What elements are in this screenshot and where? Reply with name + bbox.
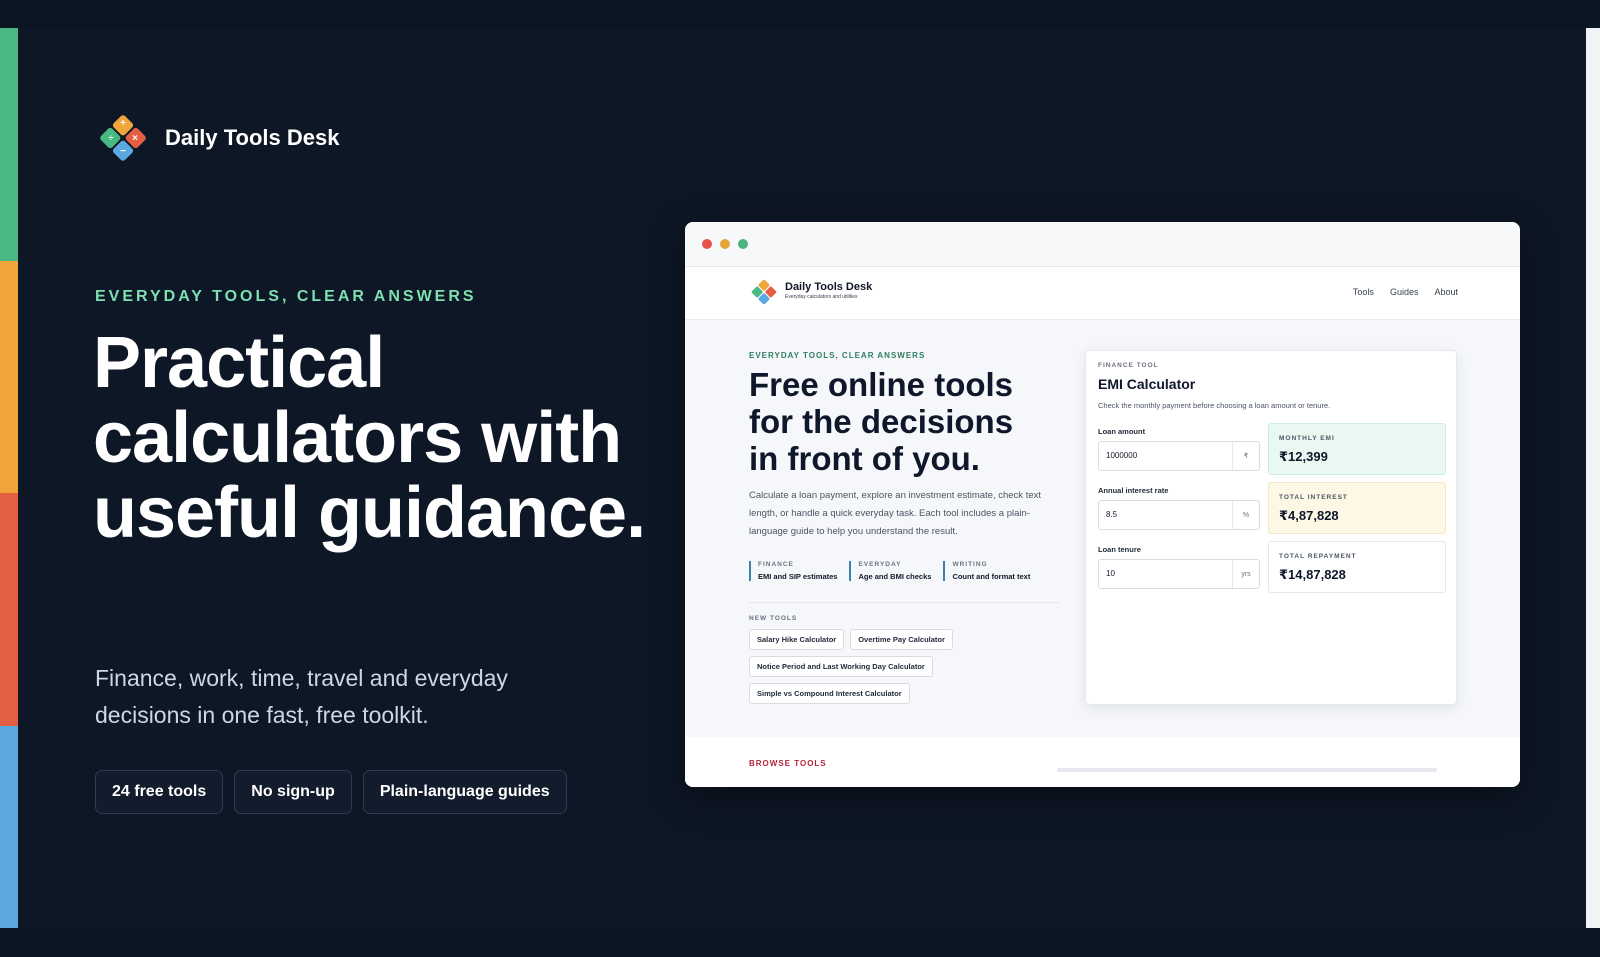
feature-pills: 24 free tools No sign-up Plain-language … (95, 770, 567, 814)
calculator-title: EMI Calculator (1098, 376, 1196, 392)
preview-nav-links: Tools Guides About (1353, 287, 1458, 297)
pill-free-tools: 24 free tools (95, 770, 224, 814)
category-finance[interactable]: FINANCE EMI and SIP estimates (749, 561, 837, 581)
right-edge-panel (1586, 28, 1600, 928)
loan-tenure-label: Loan tenure (1098, 545, 1141, 554)
browse-tools-label: BROWSE TOOLS (749, 759, 827, 768)
nav-link-guides[interactable]: Guides (1390, 287, 1419, 297)
years-unit: yrs (1232, 560, 1259, 588)
result-label: TOTAL INTEREST (1279, 494, 1348, 501)
result-value: ₹4,87,828 (1279, 508, 1339, 523)
rupee-unit: ₹ (1232, 442, 1259, 470)
preview-brand[interactable]: Daily Tools Desk Everyday calculators an… (749, 277, 872, 307)
emi-calculator-card: FINANCE TOOL EMI Calculator Check the mo… (1085, 350, 1457, 705)
brand-name: Daily Tools Desk (165, 125, 340, 150)
calculator-tiles-icon (751, 279, 777, 305)
hero-title: Practical calculators with useful guidan… (93, 323, 646, 553)
tool-chip-salary-hike[interactable]: Salary Hike Calculator (749, 629, 845, 650)
interest-rate-input[interactable]: 8.5 % (1098, 500, 1260, 530)
percent-unit: % (1232, 501, 1259, 529)
result-label: MONTHLY EMI (1279, 435, 1335, 442)
result-value: ₹12,399 (1279, 449, 1328, 464)
tool-chip-overtime-pay[interactable]: Overtime Pay Calculator (850, 629, 953, 650)
nav-link-tools[interactable]: Tools (1353, 287, 1374, 297)
calculator-tiles-icon: + × ÷ − (100, 115, 146, 161)
loan-tenure-input[interactable]: 10 yrs (1098, 559, 1260, 589)
category-desc: EMI and SIP estimates (758, 572, 838, 581)
preview-categories: FINANCE EMI and SIP estimates EVERYDAY A… (749, 561, 1030, 581)
color-stripe-orange (0, 261, 18, 493)
category-writing[interactable]: WRITING Count and format text (943, 561, 1030, 581)
monthly-emi-result: MONTHLY EMI ₹12,399 (1268, 423, 1446, 475)
preview-title: Free online tools for the decisions in f… (749, 366, 1014, 477)
window-maximize-dot (738, 239, 748, 249)
new-tools-list: Salary Hike Calculator Overtime Pay Calc… (749, 629, 1069, 704)
svg-text:÷: ÷ (109, 133, 114, 143)
tool-chip-simple-vs-compound[interactable]: Simple vs Compound Interest Calculator (749, 683, 910, 704)
color-stripe-green (0, 28, 18, 261)
preview-brand-name: Daily Tools Desk (785, 281, 873, 293)
category-desc: Count and format text (952, 572, 1031, 581)
preview-description: Calculate a loan payment, explore an inv… (749, 490, 1042, 537)
category-desc: Age and BMI checks (858, 572, 932, 581)
interest-rate-value: 8.5 (1106, 510, 1118, 519)
tool-chip-notice-period[interactable]: Notice Period and Last Working Day Calcu… (749, 656, 933, 677)
nav-link-about[interactable]: About (1434, 287, 1458, 297)
calculator-tag: FINANCE TOOL (1098, 362, 1159, 369)
loan-amount-input[interactable]: 1000000 ₹ (1098, 441, 1260, 471)
result-label: TOTAL REPAYMENT (1279, 553, 1357, 560)
category-label: EVERYDAY (858, 561, 902, 568)
category-label: WRITING (952, 561, 988, 568)
color-stripe-blue (0, 726, 18, 928)
pill-guides: Plain-language guides (362, 770, 567, 814)
brand[interactable]: + × ÷ − Daily Tools Desk (95, 110, 339, 166)
preview-eyebrow: EVERYDAY TOOLS, CLEAR ANSWERS (749, 351, 926, 360)
category-everyday[interactable]: EVERYDAY Age and BMI checks (849, 561, 931, 581)
total-repayment-result: TOTAL REPAYMENT ₹14,87,828 (1268, 541, 1446, 593)
window-minimize-dot (720, 239, 730, 249)
color-stripe-red (0, 493, 18, 726)
svg-text:−: − (120, 146, 126, 157)
browse-tools-blurred-text (1057, 768, 1437, 772)
divider (749, 602, 1059, 603)
loan-tenure-value: 10 (1106, 569, 1115, 578)
preview-nav-bar: Daily Tools Desk Everyday calculators an… (685, 267, 1520, 320)
browser-preview: Daily Tools Desk Everyday calculators an… (685, 222, 1520, 787)
new-tools-label: NEW TOOLS (749, 615, 798, 622)
result-value: ₹14,87,828 (1279, 567, 1346, 582)
total-interest-result: TOTAL INTEREST ₹4,87,828 (1268, 482, 1446, 534)
preview-brand-tagline: Everyday calculators and utilities (785, 294, 858, 300)
svg-text:×: × (132, 133, 138, 144)
svg-text:+: + (120, 118, 126, 129)
hero-subtitle: Finance, work, time, travel and everyday… (95, 665, 508, 728)
browser-chrome (685, 222, 1520, 267)
category-label: FINANCE (758, 561, 794, 568)
interest-rate-label: Annual interest rate (1098, 486, 1169, 495)
loan-amount-label: Loan amount (1098, 427, 1146, 436)
hero-eyebrow: EVERYDAY TOOLS, CLEAR ANSWERS (95, 288, 477, 305)
window-close-dot (702, 239, 712, 249)
pill-no-signup: No sign-up (234, 770, 352, 814)
calculator-description: Check the monthly payment before choosin… (1098, 401, 1331, 410)
loan-amount-value: 1000000 (1106, 451, 1138, 460)
